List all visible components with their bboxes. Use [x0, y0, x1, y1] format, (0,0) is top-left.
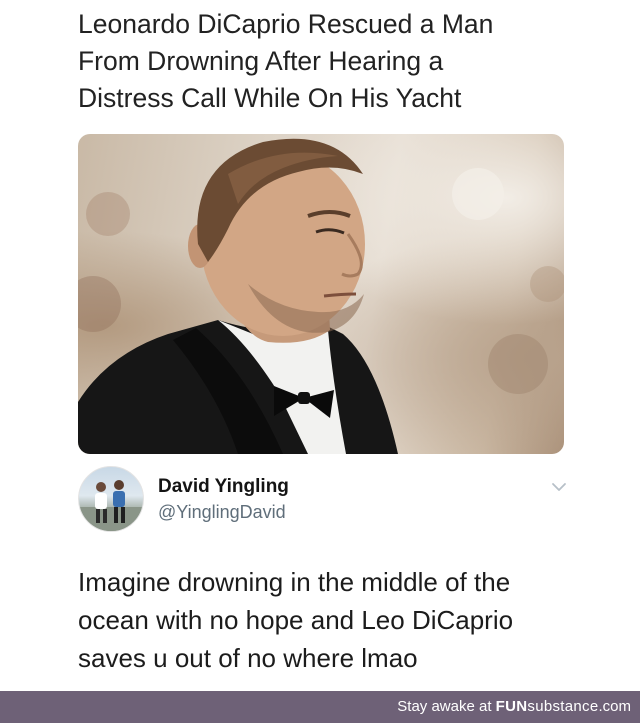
tweet-text-line-1: Imagine drowning in the middle of the [78, 567, 511, 597]
tweet-text-line-2: ocean with no hope and Leo DiCaprio [78, 605, 514, 635]
headline-line-1: Leonardo DiCaprio Rescued a Man [78, 9, 494, 39]
headline-line-2: From Drowning After Hearing a [78, 46, 444, 76]
watermark-text: Stay awake at FUNsubstance.com [397, 698, 631, 715]
tweet-text: Imagine drowning in the middle of the oc… [78, 563, 618, 677]
avatar[interactable] [78, 466, 144, 532]
watermark-brand-bold: FUN [495, 698, 528, 715]
chevron-down-icon[interactable] [550, 480, 568, 494]
display-name[interactable]: David Yingling [158, 476, 289, 498]
watermark-footer: Stay awake at FUNsubstance.com [0, 691, 640, 723]
headline: Leonardo DiCaprio Rescued a Man From Dro… [78, 6, 578, 117]
watermark-prefix: Stay awake at [397, 698, 496, 715]
watermark-suffix: .com [598, 698, 631, 715]
news-photo [78, 134, 564, 454]
headline-line-3: Distress Call While On His Yacht [78, 83, 462, 113]
tweet-text-line-3: saves u out of no where lmao [78, 643, 418, 673]
tweet-header: David Yingling @YinglingDavid [78, 462, 568, 534]
portrait-illustration [78, 138, 564, 454]
watermark-brand-light: substance [527, 698, 599, 715]
watermark-brand[interactable]: FUNsubstance [496, 698, 599, 715]
avatar-image [79, 480, 143, 531]
user-handle[interactable]: @YinglingDavid [158, 502, 286, 523]
